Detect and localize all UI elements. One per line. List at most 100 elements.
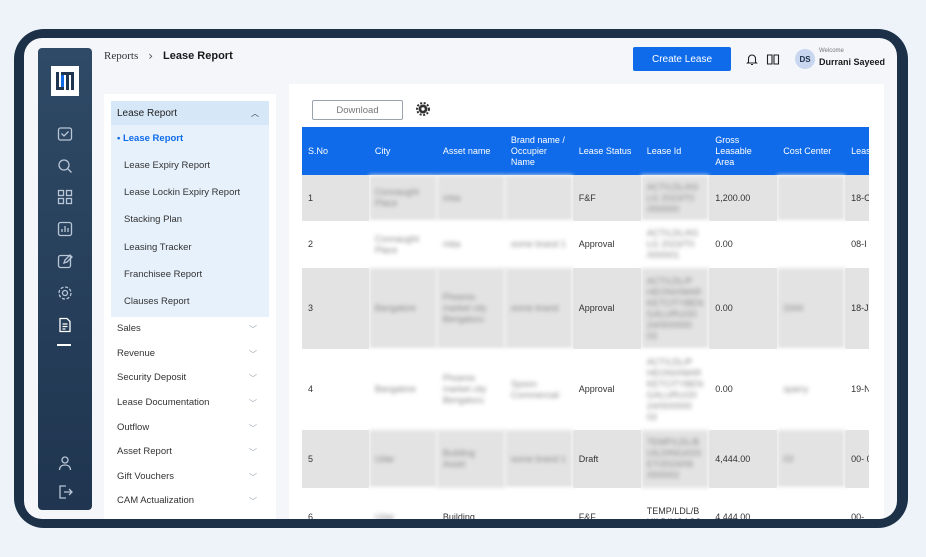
search-icon[interactable] <box>56 157 74 175</box>
cell-asset: mba <box>436 175 505 221</box>
user-name: Durrani Sayeed <box>819 57 886 67</box>
cell-cost-center: 03 <box>777 430 846 488</box>
column-header[interactable]: Lease Status <box>572 127 641 175</box>
mail-check-icon[interactable] <box>56 125 74 143</box>
chevron-down-icon: ﹀ <box>249 448 257 457</box>
table-row[interactable]: 4 Bangalore Phoenix market city Bengalur… <box>302 349 869 430</box>
cell-brand <box>504 175 573 221</box>
document-icon[interactable] <box>56 316 74 334</box>
welcome-label: Welcome <box>819 48 844 54</box>
breadcrumb-root[interactable]: Reports <box>104 50 138 62</box>
menu-item-outflow[interactable]: Outflow ﹀ <box>117 422 257 433</box>
column-header[interactable]: Asset name <box>436 127 505 175</box>
cell-asset: Phoenix market city Bengaluru <box>436 268 505 349</box>
chevron-down-icon: ﹀ <box>249 374 257 383</box>
app-logo[interactable] <box>51 66 79 96</box>
cell-sno: 6 <box>302 488 369 519</box>
cell-lease-id: TEMP/LDL/B UILDINGASS ET/2024/06 /000002 <box>640 430 710 488</box>
cell-asset: Building Asset <box>436 430 505 488</box>
app-screen: Reports › Lease Report Create Lease DS W… <box>24 38 897 519</box>
create-lease-button[interactable]: Create Lease <box>633 47 731 71</box>
user-icon[interactable] <box>56 454 74 472</box>
cell-status: Approval <box>572 268 641 349</box>
menu-item-security-deposit[interactable]: Security Deposit ﹀ <box>117 372 257 383</box>
menu-item-revenue[interactable]: Revenue ﹀ <box>117 348 257 359</box>
avatar[interactable]: DS <box>795 49 815 69</box>
cell-lease-id: ACT/LDL/AS LG 2023/T0 /000000 <box>640 175 710 221</box>
cell-asset: Phoenix market city Bengaluru <box>436 349 505 430</box>
cell-cost-center: 3344 <box>777 268 846 349</box>
sub-item-lease-report[interactable]: • Lease Report <box>117 133 183 144</box>
table-row[interactable]: 3 Bangalore Phoenix market city Bengalur… <box>302 268 869 349</box>
bell-icon[interactable] <box>745 52 759 66</box>
column-header[interactable]: Lease com Date <box>845 127 869 175</box>
sub-item-clauses-report[interactable]: Clauses Report <box>124 296 189 307</box>
chevron-down-icon: ﹀ <box>249 497 257 506</box>
menu-item-cam-actualization[interactable]: CAM Actualization ﹀ <box>117 495 257 506</box>
table-header-row: S.No City Asset name Brand name / Occupi… <box>302 127 869 175</box>
column-header[interactable]: Lease Id <box>640 127 710 175</box>
cell-sno: 3 <box>302 268 369 349</box>
cell-sno: 5 <box>302 430 369 488</box>
table-row[interactable]: 6 Udar Building F&F TEMP/LDL/B UILDINGAS… <box>302 488 869 519</box>
gear-icon[interactable] <box>416 102 430 116</box>
chevron-down-icon: ﹀ <box>249 399 257 408</box>
cell-gla: 4,444.00 <box>709 488 778 519</box>
table-row[interactable]: 1 Connaught Place mba F&F ACT/LDL/AS LG … <box>302 175 869 221</box>
sub-item-leasing-tracker[interactable]: Leasing Tracker <box>124 242 192 253</box>
sub-item-lease-lockin-expiry-report[interactable]: Lease Lockin Expiry Report <box>124 187 240 198</box>
cell-gla: 0.00 <box>709 268 778 349</box>
lease-table: S.No City Asset name Brand name / Occupi… <box>302 127 869 519</box>
bar-chart-icon[interactable] <box>56 220 74 238</box>
cell-brand: some brand 1 <box>504 430 573 488</box>
cell-city: Udar <box>368 430 437 488</box>
sub-item-lease-expiry-report[interactable]: Lease Expiry Report <box>124 160 210 171</box>
report-content: Download S.No City Asset name Brand name… <box>289 84 884 519</box>
download-button[interactable]: Download <box>312 100 403 120</box>
cell-date: 00- <box>845 488 869 519</box>
menu-item-gift-vouchers[interactable]: Gift Vouchers ﹀ <box>117 471 257 482</box>
sub-item-stacking-plan[interactable]: Stacking Plan <box>124 214 182 225</box>
section-header-lease-report[interactable]: Lease Report ︿ <box>111 101 269 125</box>
cell-status: F&F <box>572 175 641 221</box>
cell-status: Draft <box>572 430 641 488</box>
column-header[interactable]: Cost Center <box>777 127 846 175</box>
menu-item-lease-documentation[interactable]: Lease Documentation ﹀ <box>117 397 257 408</box>
menu-item-sales[interactable]: Sales ﹀ <box>117 323 257 334</box>
chevron-up-icon: ︿ <box>251 109 259 118</box>
cell-cost-center <box>777 221 846 268</box>
cell-asset: mba <box>436 221 505 268</box>
logout-icon[interactable] <box>56 483 74 501</box>
cell-sno: 4 <box>302 349 369 430</box>
cell-city: Bangalore <box>368 268 437 349</box>
cell-gla: 1,200.00 <box>709 175 778 221</box>
cell-city: Udar <box>368 488 437 519</box>
cell-status: F&F <box>572 488 641 519</box>
column-header[interactable]: Brand name / Occupier Name <box>504 127 573 175</box>
column-header[interactable]: S.No <box>302 127 369 175</box>
column-header[interactable]: City <box>368 127 437 175</box>
cell-city: Bangalore <box>368 349 437 430</box>
cell-city: Connaught Place <box>368 175 437 221</box>
chevron-down-icon: ﹀ <box>249 473 257 482</box>
edit-icon[interactable] <box>56 252 74 270</box>
breadcrumb: Reports › Lease Report <box>104 49 233 63</box>
column-header[interactable]: Gross Leasable Area <box>709 127 778 175</box>
sub-item-franchisee-report[interactable]: Franchisee Report <box>124 269 202 280</box>
cell-date: 08-I 202 <box>845 221 869 268</box>
cell-sno: 2 <box>302 221 369 268</box>
cell-brand: some brand <box>504 268 573 349</box>
settings-icon[interactable] <box>56 284 74 302</box>
table-row[interactable]: 5 Udar Building Asset some brand 1 Draft… <box>302 430 869 488</box>
menu-item-asset-report[interactable]: Asset Report ﹀ <box>117 446 257 457</box>
cell-brand <box>504 488 573 519</box>
table-row[interactable]: 2 Connaught Place mba some brand 1 Appro… <box>302 221 869 268</box>
cell-date: 00- 000 <box>845 430 869 488</box>
grid-icon[interactable] <box>56 188 74 206</box>
cell-gla: 0.00 <box>709 349 778 430</box>
cell-date: 18-J <box>845 268 869 349</box>
book-icon[interactable] <box>766 52 780 66</box>
section-title: Lease Report <box>117 107 178 119</box>
cell-city: Connaught Place <box>368 221 437 268</box>
chevron-down-icon: ﹀ <box>249 424 257 433</box>
